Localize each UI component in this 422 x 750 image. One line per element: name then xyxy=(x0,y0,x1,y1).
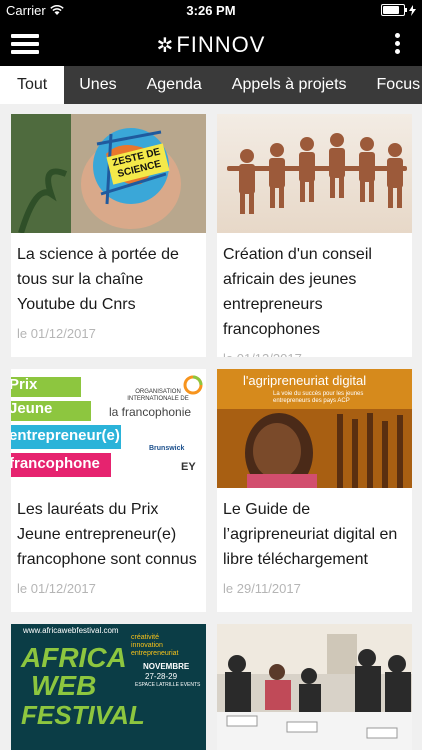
article-title: Le Guide de l’agripreneuriat digital en … xyxy=(223,501,398,568)
oif-logo-icon xyxy=(183,375,203,395)
festival-month: NOVEMBRE xyxy=(143,662,190,671)
festival-venue: ESPACE LATRILLE EVENTS xyxy=(135,682,201,688)
article-image: www.africawebfestival.com créativité inn… xyxy=(11,624,206,750)
prize-line-1: Prix xyxy=(11,376,38,393)
paper-people-illustration xyxy=(217,114,412,233)
status-time: 3:26 PM xyxy=(186,3,236,18)
tab-focus[interactable]: Focus xyxy=(362,66,422,104)
tab-tout[interactable]: Tout xyxy=(0,66,65,104)
status-bar: Carrier 3:26 PM xyxy=(0,0,422,22)
article-image: Prix Jeune entrepreneur(e) francophone O… xyxy=(11,369,206,488)
prize-line-2: Jeune xyxy=(11,400,53,417)
science-ball-illustration xyxy=(11,114,206,233)
signing-ceremony-photo xyxy=(217,624,412,750)
article-date: le 01/12/2017 xyxy=(17,581,96,596)
article-card[interactable]: ZESTE DE SCIENCE La science à portée de … xyxy=(11,114,206,357)
category-tabs: Tout Unes Agenda Appels à projets Focus xyxy=(0,66,422,104)
festival-url: www.africawebfestival.com xyxy=(23,626,119,635)
article-image: ZESTE DE SCIENCE xyxy=(11,114,206,233)
tab-agenda[interactable]: Agenda xyxy=(132,66,217,104)
festival-tag-2: innovation xyxy=(131,642,163,649)
article-image: l'agripreneuriat digital La voie du succ… xyxy=(217,369,412,488)
oif-label: la francophonie xyxy=(109,405,192,419)
festival-days: 27-28-29 xyxy=(145,672,178,681)
app-logo: ✲FINNOV xyxy=(0,32,422,58)
sponsor-ey: EY xyxy=(181,461,196,473)
article-card[interactable]: l'agripreneuriat digital La voie du succ… xyxy=(217,369,412,612)
prize-line-4: francophone xyxy=(11,455,100,472)
agri-title: l'agripreneuriat digital xyxy=(243,373,367,388)
app-header: ✲FINNOV xyxy=(0,22,422,66)
tab-appels-a-projets[interactable]: Appels à projets xyxy=(217,66,362,104)
logo-star-icon: ✲ xyxy=(156,35,175,57)
article-card[interactable]: www.africawebfestival.com créativité inn… xyxy=(11,624,206,750)
article-card[interactable]: Prix Jeune entrepreneur(e) francophone O… xyxy=(11,369,206,612)
prize-line-3: entrepreneur(e) xyxy=(11,427,120,444)
article-date: le 01/12/2017 xyxy=(217,342,412,357)
article-card[interactable]: Création d'un conseil africain des jeune… xyxy=(217,114,412,357)
article-title: Création d'un conseil africain des jeune… xyxy=(223,246,372,338)
festival-tag-1: créativité xyxy=(131,634,160,641)
article-card[interactable] xyxy=(217,624,412,750)
festival-tag-3: entrepreneuriat xyxy=(131,650,179,657)
logo-text: FINNOV xyxy=(176,32,266,57)
festival-word-2: WEB xyxy=(31,670,97,701)
more-options-icon[interactable] xyxy=(393,33,401,57)
article-image xyxy=(217,114,412,233)
sponsor-brunswick: Brunswick xyxy=(149,445,185,452)
article-image xyxy=(217,624,412,750)
article-date: le 29/11/2017 xyxy=(223,581,301,596)
tab-unes[interactable]: Unes xyxy=(64,66,131,104)
charging-icon xyxy=(409,4,416,16)
article-date: le 01/12/2017 xyxy=(17,326,96,341)
festival-word-3: FESTIVAL xyxy=(21,700,145,730)
battery-fill xyxy=(383,6,399,14)
agri-subtitle: La voie du succès pour les jeunes entrep… xyxy=(273,391,364,404)
article-title: La science à portée de tous sur la chaîn… xyxy=(17,246,179,313)
battery-icon xyxy=(381,4,407,16)
article-title: Les lauréats du Prix Jeune entrepreneur(… xyxy=(17,501,197,568)
